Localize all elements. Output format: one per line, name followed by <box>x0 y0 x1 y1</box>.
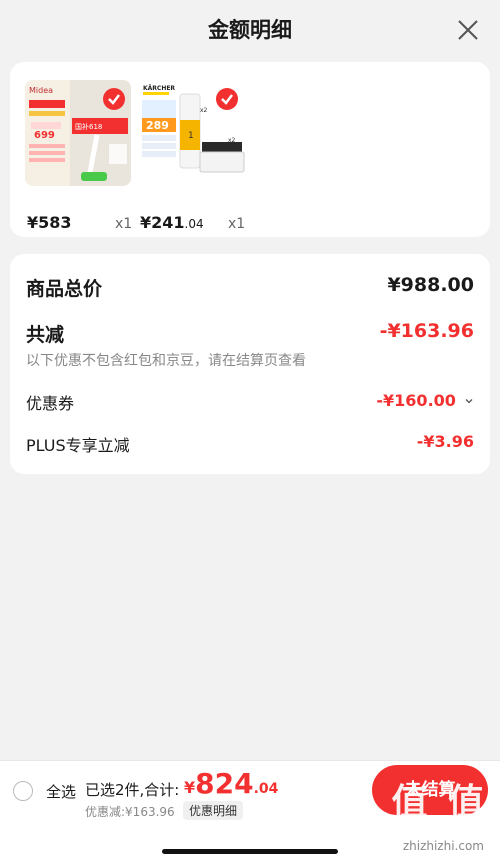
product-2-qty: x1 <box>228 216 246 232</box>
selected-count-text: 已选2件,合计: <box>85 781 180 799</box>
select-all-label[interactable]: 全选 <box>46 781 76 802</box>
checkout-bar: 全选 已选2件,合计: ¥824.04 优惠减:¥163.96 优惠明细 去结算… <box>0 760 500 864</box>
home-indicator <box>162 849 338 854</box>
discount-detail-button[interactable]: 优惠明细 <box>183 801 244 820</box>
chevron-down-icon[interactable] <box>464 396 474 406</box>
coupon-label: 优惠券 <box>26 394 75 413</box>
svg-text:KÄRCHER: KÄRCHER <box>143 85 175 92</box>
svg-text:国补618: 国补618 <box>75 122 102 131</box>
brand-midea-text: Midea <box>29 86 53 95</box>
header: 金额明细 <box>0 0 500 60</box>
svg-text:x2: x2 <box>200 107 208 114</box>
product-1-price-int: ¥583 <box>27 213 72 232</box>
total-integer: 824 <box>195 767 254 800</box>
total-amount: ¥824.04 <box>184 767 278 800</box>
watermark-logo: 值 值 值 <box>334 782 488 823</box>
product-2-price-dec: .04 <box>184 217 204 231</box>
total-currency: ¥ <box>184 778 196 797</box>
close-icon[interactable] <box>454 16 482 44</box>
product-2-price: ¥241.04 <box>140 213 204 232</box>
total-value: ¥988.00 <box>387 274 474 296</box>
svg-text:699: 699 <box>34 130 55 141</box>
reduce-value: -¥163.96 <box>379 320 474 342</box>
discount-summary: 优惠减:¥163.96 <box>85 805 175 819</box>
products-card: Midea 699 国补618 ¥583 x1 KÄRCHER 289 1 x2… <box>10 62 490 237</box>
coupon-value: -¥160.00 <box>376 391 456 410</box>
product-1-qty: x1 <box>115 216 133 232</box>
coupon-row-value[interactable]: -¥160.00 <box>376 391 474 410</box>
summary-card: 商品总价 ¥988.00 共减 -¥163.96 以下优惠不包含红包和京豆，请在… <box>10 254 490 474</box>
total-label: 商品总价 <box>26 278 103 300</box>
product-2-price-int: ¥241 <box>140 213 185 232</box>
svg-text:1: 1 <box>188 131 194 141</box>
svg-text:289: 289 <box>146 119 169 132</box>
product-2-checked-icon[interactable] <box>216 88 238 110</box>
svg-text:x2: x2 <box>228 137 236 144</box>
plus-label: PLUS专享立减 <box>26 436 130 455</box>
discount-note: 以下优惠不包含红包和京豆，请在结算页查看 <box>26 353 306 369</box>
product-1-price: ¥583 <box>27 213 72 232</box>
reduce-label: 共减 <box>26 324 65 346</box>
select-all-radio[interactable] <box>13 781 33 801</box>
total-decimal: .04 <box>253 781 279 797</box>
product-1-checked-icon[interactable] <box>103 88 125 110</box>
page-title: 金额明细 <box>208 18 292 42</box>
watermark-url: zhizhizhi.com <box>402 839 484 853</box>
plus-value: -¥3.96 <box>416 432 474 451</box>
